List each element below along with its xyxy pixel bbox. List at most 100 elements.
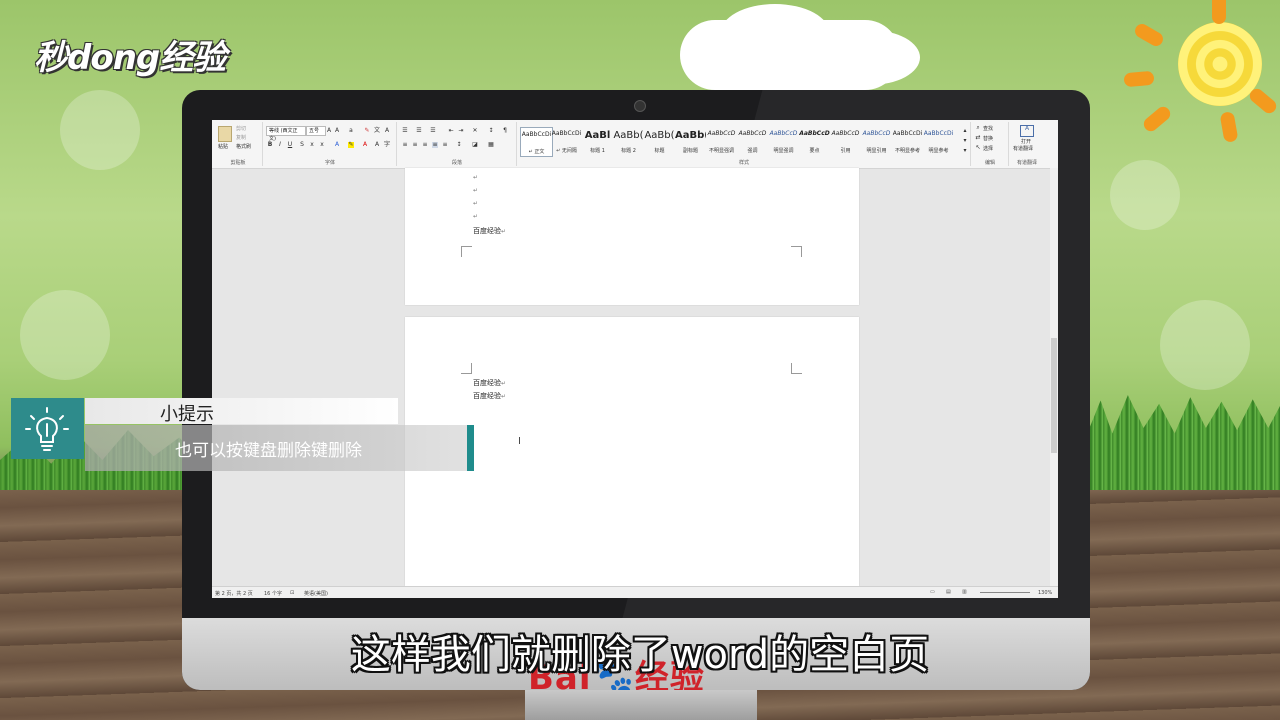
line-spacing-icon[interactable]: ↕ xyxy=(456,142,462,148)
char-border-icon[interactable]: A xyxy=(384,128,390,134)
highlight-icon[interactable]: ✎ xyxy=(348,142,354,148)
phonetic-icon[interactable]: 文 xyxy=(374,128,380,134)
word-count[interactable]: 16 个字 xyxy=(264,590,282,597)
zoom-slider[interactable] xyxy=(980,592,1030,593)
sort-icon[interactable]: ↕ xyxy=(488,128,494,134)
style-name: 引用 xyxy=(840,148,851,154)
align-center-icon[interactable]: ≡ xyxy=(412,142,418,148)
font-color-icon[interactable]: A xyxy=(362,142,368,148)
underline-icon[interactable]: U xyxy=(287,142,293,148)
sun-ray xyxy=(1212,0,1226,24)
style-name: ↵ 无间隔 xyxy=(556,148,577,154)
bokeh-light xyxy=(60,90,140,170)
style-item[interactable]: AaBbCcDi 不明显参考 xyxy=(892,127,923,155)
numbering-icon[interactable]: ☰ xyxy=(416,128,422,134)
zoom-level[interactable]: 130% xyxy=(1038,590,1052,596)
document-line[interactable]: 百度经验↵ xyxy=(473,226,506,236)
style-item[interactable]: AaBb(标题 2 xyxy=(613,127,644,155)
select-icon[interactable]: ↖ xyxy=(975,145,981,151)
style-name: 不明显参考 xyxy=(894,148,920,154)
enclose-char-icon[interactable]: 字 xyxy=(384,142,390,148)
style-item[interactable]: AaBbCcD 明显强调 xyxy=(768,127,799,155)
replace-button[interactable]: 替换 xyxy=(983,135,993,142)
text-effect-icon[interactable]: A xyxy=(334,142,340,148)
style-item[interactable]: AaBbCcD 引用 xyxy=(830,127,861,155)
multilevel-list-icon[interactable]: ☰ xyxy=(430,128,436,134)
align-left-icon[interactable]: ≡ xyxy=(402,142,408,148)
font-size-select[interactable]: 五号 xyxy=(306,126,326,136)
style-name: 明显引用 xyxy=(866,148,887,154)
style-item[interactable]: AaBbCcD 强调 xyxy=(737,127,768,155)
justify-icon[interactable]: ≡ xyxy=(432,142,438,148)
style-item[interactable]: AaBbCcDi ↵ 无间隔 xyxy=(551,127,582,155)
tip-body: 也可以按键盘删除键删除 xyxy=(175,441,362,461)
vertical-scrollbar[interactable] xyxy=(1050,168,1058,586)
style-item[interactable]: AaBb(副标题 xyxy=(675,127,706,155)
align-right-icon[interactable]: ≡ xyxy=(422,142,428,148)
print-layout-icon[interactable]: ▤ xyxy=(946,589,951,595)
language-indicator[interactable]: 英语(美国) xyxy=(304,590,328,597)
shrink-font-icon[interactable]: A xyxy=(334,128,340,134)
document-page-1[interactable]: ↵ ↵ ↵ ↵ 百度经验↵ xyxy=(405,168,859,305)
style-item[interactable]: AaBbCcD 明显引用 xyxy=(861,127,892,155)
gallery-down-icon[interactable]: ▾ xyxy=(962,138,968,144)
strikethrough-icon[interactable]: S xyxy=(299,142,305,148)
style-item[interactable]: AaBl 标题 1 xyxy=(582,127,613,155)
style-item[interactable]: AaBbCcDi ↵ 正文 xyxy=(520,127,553,157)
char-shading-icon[interactable]: A xyxy=(374,142,380,148)
decrease-indent-icon[interactable]: ⇤ xyxy=(448,128,454,134)
style-item[interactable]: AaBbCcDi 明显参考 xyxy=(923,127,954,155)
word-window: 粘贴 剪切 复制 格式刷 剪贴板 等线 (西文正文) 五号 A A a ✎ 文 … xyxy=(212,120,1058,598)
proofing-icon[interactable]: ⊡ xyxy=(290,590,294,596)
copy-button[interactable]: 复制 xyxy=(236,134,246,141)
superscript-icon[interactable]: x xyxy=(319,142,325,148)
read-mode-icon[interactable]: ▭ xyxy=(930,589,935,595)
chinese-layout-icon[interactable]: ✕ xyxy=(472,128,478,134)
style-item[interactable]: AaBbCcD 要点 xyxy=(799,127,830,155)
italic-icon[interactable]: I xyxy=(277,142,283,148)
styles-group: AaBbCcDi ↵ 正文 AaBbCcDi ↵ 无间隔 AaBl 标题 1 AaBb(标题… xyxy=(518,122,971,166)
paragraph-mark: ↵ xyxy=(473,200,479,207)
show-marks-icon[interactable]: ¶ xyxy=(502,128,508,134)
grow-font-icon[interactable]: A xyxy=(326,128,332,134)
distributed-icon[interactable]: ≡ xyxy=(442,142,448,148)
change-case-icon[interactable]: a xyxy=(348,128,354,134)
gallery-up-icon[interactable]: ▴ xyxy=(962,128,968,134)
ribbon: 粘贴 剪切 复制 格式刷 剪贴板 等线 (西文正文) 五号 A A a ✎ 文 … xyxy=(212,120,1058,169)
translate-button-line2[interactable]: 有道翻译 xyxy=(1013,145,1033,152)
subscript-icon[interactable]: x xyxy=(309,142,315,148)
scrollbar-thumb[interactable] xyxy=(1051,338,1057,453)
tip-body-banner: 也可以按键盘删除键删除 xyxy=(85,425,467,471)
gallery-more-icon[interactable]: ▾ xyxy=(962,148,968,154)
paste-icon[interactable] xyxy=(218,126,232,142)
document-line[interactable]: 百度经验↵ xyxy=(473,391,506,401)
cut-button[interactable]: 剪切 xyxy=(236,125,246,132)
find-button[interactable]: 查找 xyxy=(983,125,993,132)
web-layout-icon[interactable]: ▥ xyxy=(962,589,967,595)
font-name-select[interactable]: 等线 (西文正文) xyxy=(266,126,306,142)
document-line[interactable]: 百度经验↵ xyxy=(473,378,506,388)
paste-button[interactable]: 粘贴 xyxy=(218,143,228,150)
style-preview: AaBbCcD xyxy=(799,130,830,137)
translate-button-line1[interactable]: 打开 xyxy=(1021,138,1031,145)
style-preview: AaBbCcDi xyxy=(521,131,552,138)
bullets-icon[interactable]: ☰ xyxy=(402,128,408,134)
shading-icon[interactable]: ◪ xyxy=(472,142,478,148)
font-group: 等线 (西文正文) 五号 A A a ✎ 文 A B I U S x x A ✎… xyxy=(264,122,397,166)
borders-icon[interactable]: ▦ xyxy=(488,142,494,148)
style-name: 强调 xyxy=(747,148,758,154)
increase-indent-icon[interactable]: ⇥ xyxy=(458,128,464,134)
bokeh-light xyxy=(1160,300,1250,390)
format-painter-button[interactable]: 格式刷 xyxy=(236,143,251,150)
replace-icon[interactable]: ⇄ xyxy=(975,135,981,141)
style-item[interactable]: AaBb(标题 xyxy=(644,127,675,155)
editing-group: ⌕ 查找 ⇄ 替换 ↖ 选择 编辑 xyxy=(972,122,1009,166)
translate-icon[interactable]: A xyxy=(1020,125,1034,137)
bold-icon[interactable]: B xyxy=(267,142,273,148)
style-item[interactable]: AaBbCcD 不明显强调 xyxy=(706,127,737,155)
clear-format-icon[interactable]: ✎ xyxy=(364,128,370,134)
sun-ray xyxy=(1247,85,1279,117)
page-count[interactable]: 第 2 页，共 2 页 xyxy=(215,590,253,597)
select-button[interactable]: 选择 xyxy=(983,145,993,152)
find-icon[interactable]: ⌕ xyxy=(975,125,981,131)
